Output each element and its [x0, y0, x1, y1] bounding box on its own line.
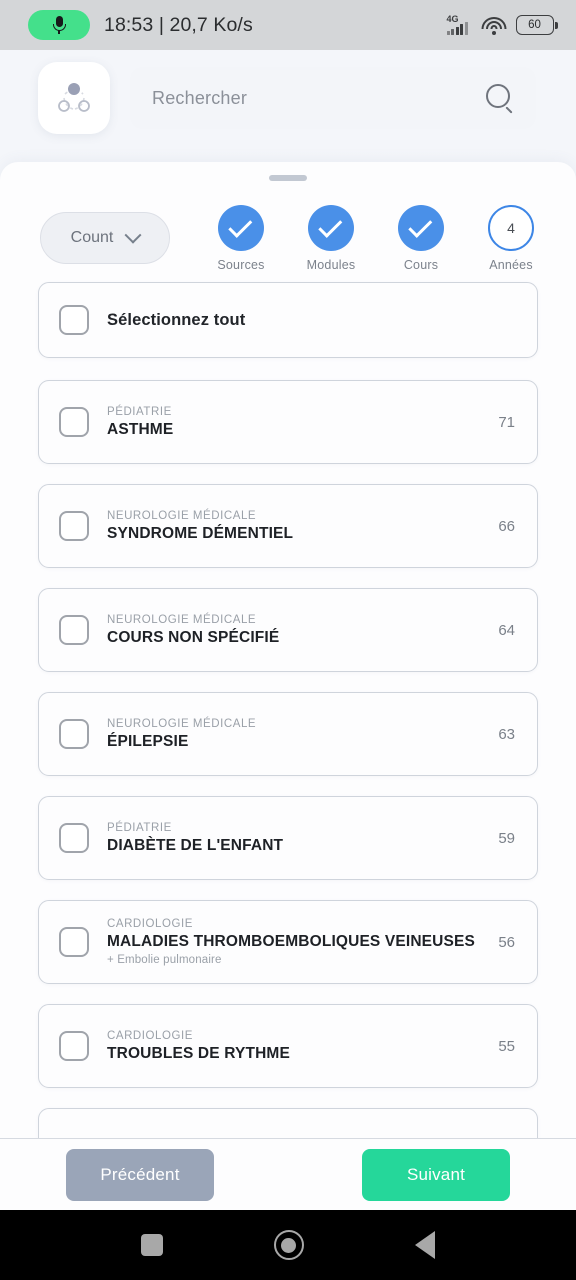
topic-category: PÉDIATRIE	[107, 405, 172, 418]
topic-count: 64	[498, 621, 515, 639]
topic-category: PÉDIATRIE	[107, 821, 172, 834]
topic-text: NEUROLOGIE MÉDICALE SYNDROME DÉMENTIEL	[89, 510, 484, 543]
select-all-text: Sélectionnez tout	[89, 311, 515, 330]
battery-icon: 60	[515, 15, 558, 35]
step-annees[interactable]: 4 Années	[466, 204, 556, 272]
microphone-indicator-pill	[28, 10, 90, 40]
count-sort-dropdown[interactable]: Count	[40, 212, 170, 264]
topic-title: TROUBLES DE RYTHME	[107, 1044, 290, 1062]
chevron-down-icon	[124, 226, 142, 244]
steps-row: Count Sources Modules Cours 4 Années	[0, 194, 576, 276]
topic-title: SYNDROME DÉMENTIEL	[107, 524, 294, 542]
search-placeholder: Rechercher	[152, 87, 248, 108]
step-modules[interactable]: Modules	[286, 204, 376, 272]
topic-title: MALADIES THROMBOEMBOLIQUES VEINEUSES	[107, 933, 475, 950]
sheet-handle-area[interactable]	[0, 162, 576, 194]
step-cours[interactable]: Cours	[376, 204, 466, 272]
search-icon[interactable]	[486, 84, 514, 114]
select-all-checkbox[interactable]	[59, 305, 89, 335]
topic-checkbox[interactable]	[59, 511, 89, 541]
android-navigation-bar	[0, 1210, 576, 1280]
step-modules-circle[interactable]	[308, 204, 354, 251]
check-icon	[228, 213, 253, 238]
next-button[interactable]: Suivant	[362, 1148, 510, 1201]
topic-count: 56	[498, 933, 515, 951]
table-row[interactable]: PÉDIATRIE ASTHME 71	[38, 380, 538, 464]
topic-count: 66	[498, 517, 515, 535]
square-recents-icon[interactable]	[141, 1234, 164, 1256]
topic-text: NEUROLOGIE MÉDICALE COURS NON SPÉCIFIÉ	[89, 614, 484, 647]
previous-button[interactable]: Précédent	[66, 1148, 214, 1201]
cellular-signal-icon: 4G	[446, 14, 473, 36]
topic-category: NEUROLOGIE MÉDICALE	[107, 717, 257, 730]
topic-count: 63	[498, 725, 515, 743]
battery-level-label: 60	[528, 19, 541, 31]
topic-text: PÉDIATRIE DIABÈTE DE L'ENFANT	[89, 822, 484, 855]
table-row[interactable]: NEUROLOGIE MÉDICALE ÉPILEPSIE 63	[38, 692, 538, 776]
topic-category: CARDIOLOGIE	[107, 1029, 193, 1042]
topic-text: NEUROLOGIE MÉDICALE ÉPILEPSIE	[89, 718, 484, 751]
search-input[interactable]: Rechercher	[130, 67, 536, 129]
table-row[interactable]: NEUROLOGIE MÉDICALE SYNDROME DÉMENTIEL 6…	[38, 484, 538, 568]
status-clock-and-network-speed: 18:53 | 20,7 Ko/s	[104, 13, 253, 36]
topic-checkbox[interactable]	[59, 719, 89, 749]
topic-title: ASTHME	[107, 420, 174, 438]
topic-count: 59	[498, 829, 515, 847]
select-all-label: Sélectionnez tout	[107, 310, 246, 329]
topic-checkbox[interactable]	[59, 927, 89, 957]
app-logo[interactable]	[38, 62, 110, 134]
app-content: Rechercher Count Sources Modules Cours 4…	[0, 50, 576, 1210]
step-sources-label: Sources	[217, 257, 265, 272]
step-modules-label: Modules	[306, 257, 356, 272]
wifi-icon	[481, 16, 507, 35]
check-icon	[408, 213, 433, 238]
topic-text: CARDIOLOGIE TROUBLES DE RYTHME	[89, 1030, 484, 1063]
status-bar-right-icons: 4G 60	[446, 14, 558, 36]
topic-count: 71	[498, 413, 515, 431]
step-annees-number: 4	[507, 219, 515, 236]
topic-title: DIABÈTE DE L'ENFANT	[107, 836, 284, 854]
topic-text: CARDIOLOGIE MALADIES THROMBOEMBOLIQUES V…	[89, 918, 484, 966]
triangle-back-icon[interactable]	[414, 1231, 435, 1259]
step-cours-label: Cours	[403, 257, 439, 272]
topic-checkbox[interactable]	[59, 823, 89, 853]
topic-checkbox[interactable]	[59, 407, 89, 437]
step-cours-circle[interactable]	[398, 204, 444, 251]
topic-checkbox[interactable]	[59, 615, 89, 645]
wizard-steps: Sources Modules Cours 4 Années	[170, 204, 556, 272]
topic-title: ÉPILEPSIE	[107, 732, 189, 750]
circle-home-icon[interactable]	[273, 1230, 304, 1260]
network-nodes-logo-icon	[58, 83, 90, 112]
microphone-icon	[52, 16, 66, 34]
table-row[interactable]: CARDIOLOGIE MALADIES THROMBOEMBOLIQUES V…	[38, 900, 538, 984]
drag-handle[interactable]	[269, 175, 307, 181]
topic-category: NEUROLOGIE MÉDICALE	[107, 509, 257, 522]
topic-category: NEUROLOGIE MÉDICALE	[107, 613, 257, 626]
step-annees-label: Années	[489, 257, 533, 272]
topic-title: COURS NON SPÉCIFIÉ	[107, 628, 280, 646]
table-row[interactable]: CARDIOLOGIE TROUBLES DE RYTHME 55	[38, 1004, 538, 1088]
topic-category: CARDIOLOGIE	[107, 918, 193, 930]
topic-text: PÉDIATRIE ASTHME	[89, 406, 484, 439]
select-all-row[interactable]: Sélectionnez tout	[38, 282, 538, 358]
step-sources[interactable]: Sources	[196, 204, 286, 272]
table-row[interactable]: NEUROLOGIE MÉDICALE COURS NON SPÉCIFIÉ 6…	[38, 588, 538, 672]
topic-list[interactable]: Sélectionnez tout PÉDIATRIE ASTHME 71 NE…	[0, 276, 576, 1210]
filter-sheet: Count Sources Modules Cours 4 Années Sél…	[0, 162, 576, 1210]
table-row[interactable]: PÉDIATRIE DIABÈTE DE L'ENFANT 59	[38, 796, 538, 880]
topic-count: 55	[498, 1037, 515, 1055]
status-bar: 18:53 | 20,7 Ko/s 4G 60	[0, 0, 576, 50]
count-dropdown-label: Count	[70, 229, 114, 246]
step-sources-circle[interactable]	[218, 204, 264, 251]
wizard-footer: Précédent Suivant	[0, 1138, 576, 1210]
check-icon	[318, 213, 343, 238]
topic-subtitle: + Embolie pulmonaire	[107, 954, 222, 966]
app-top-bar: Rechercher	[0, 50, 576, 146]
step-annees-circle[interactable]: 4	[488, 204, 534, 251]
topic-checkbox[interactable]	[59, 1031, 89, 1061]
